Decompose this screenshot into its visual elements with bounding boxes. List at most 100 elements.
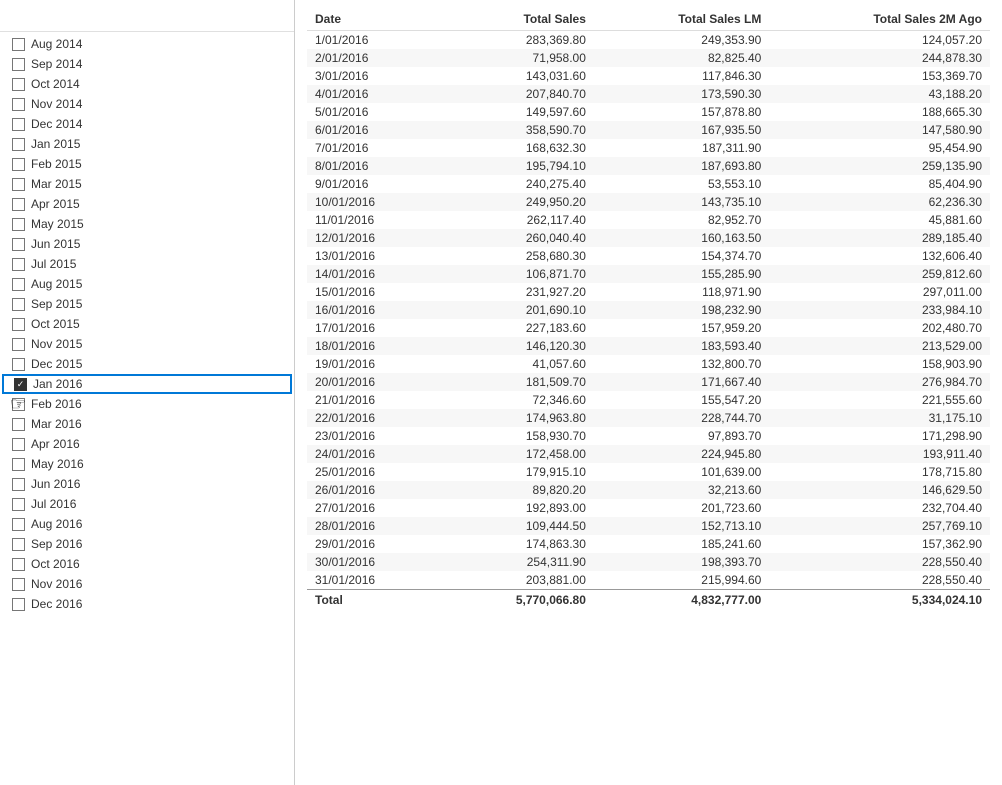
table-row: 1/01/2016283,369.80249,353.90124,057.20	[307, 31, 990, 50]
list-item[interactable]: Nov 2016	[0, 574, 294, 594]
list-item[interactable]: May 2015	[0, 214, 294, 234]
table-cell: 158,903.90	[769, 355, 990, 373]
list-item[interactable]: Dec 2015	[0, 354, 294, 374]
table-cell: 147,580.90	[769, 121, 990, 139]
list-item[interactable]: Feb 2016☞	[0, 394, 294, 414]
list-item[interactable]: Apr 2016	[0, 434, 294, 454]
list-item-label: Dec 2014	[31, 117, 82, 131]
list-item[interactable]: Aug 2014	[0, 34, 294, 54]
table-cell: 158,930.70	[442, 427, 594, 445]
list-item[interactable]: Oct 2016	[0, 554, 294, 574]
list-item[interactable]: Jun 2016	[0, 474, 294, 494]
table-cell: 85,404.90	[769, 175, 990, 193]
data-table: DateTotal SalesTotal Sales LMTotal Sales…	[307, 8, 990, 610]
list-item[interactable]: Oct 2015	[0, 314, 294, 334]
table-row: 10/01/2016249,950.20143,735.1062,236.30	[307, 193, 990, 211]
table-cell: 10/01/2016	[307, 193, 442, 211]
checkbox	[12, 78, 25, 91]
table-cell: 41,057.60	[442, 355, 594, 373]
footer-cell: 5,334,024.10	[769, 590, 990, 611]
table-cell: 19/01/2016	[307, 355, 442, 373]
list-item-label: Dec 2016	[31, 597, 82, 611]
list-item-label: Nov 2016	[31, 577, 82, 591]
footer-row: Total5,770,066.804,832,777.005,334,024.1…	[307, 590, 990, 611]
table-cell: 23/01/2016	[307, 427, 442, 445]
table-cell: 260,040.40	[442, 229, 594, 247]
list-item[interactable]: Nov 2014	[0, 94, 294, 114]
list-item[interactable]: Nov 2015	[0, 334, 294, 354]
list-item-label: Aug 2014	[31, 37, 82, 51]
list-item[interactable]: Jan 2015	[0, 134, 294, 154]
table-row: 26/01/201689,820.2032,213.60146,629.50	[307, 481, 990, 499]
month-list-scroll[interactable]: Aug 2014 Sep 2014Oct 2014 Nov 2014 Dec 2014…	[0, 32, 294, 785]
table-cell: 207,840.70	[442, 85, 594, 103]
list-item-label: Nov 2014	[31, 97, 82, 111]
table-row: 14/01/2016106,871.70155,285.90259,812.60	[307, 265, 990, 283]
list-item[interactable]: Sep 2015	[0, 294, 294, 314]
table-cell: 12/01/2016	[307, 229, 442, 247]
table-cell: 297,011.00	[769, 283, 990, 301]
table-cell: 20/01/2016	[307, 373, 442, 391]
table-cell: 154,374.70	[594, 247, 769, 265]
list-item-label: Feb 2016	[31, 397, 82, 411]
table-row: 5/01/2016149,597.60157,878.80188,665.30	[307, 103, 990, 121]
checkbox	[14, 378, 27, 391]
list-item[interactable]: May 2016	[0, 454, 294, 474]
table-cell: 14/01/2016	[307, 265, 442, 283]
list-item[interactable]: Apr 2015	[0, 194, 294, 214]
checkbox	[12, 518, 25, 531]
list-item[interactable]: Jan 2016	[2, 374, 292, 394]
list-item[interactable]: Jul 2015	[0, 254, 294, 274]
list-item[interactable]: Dec 2016	[0, 594, 294, 614]
table-cell: 232,704.40	[769, 499, 990, 517]
table-row: 30/01/2016254,311.90198,393.70228,550.40	[307, 553, 990, 571]
table-cell: 181,509.70	[442, 373, 594, 391]
table-footer: Total5,770,066.804,832,777.005,334,024.1…	[307, 590, 990, 611]
table-cell: 201,690.10	[442, 301, 594, 319]
list-item[interactable]: Sep 2016	[0, 534, 294, 554]
table-cell: 117,846.30	[594, 67, 769, 85]
table-cell: 16/01/2016	[307, 301, 442, 319]
table-cell: 276,984.70	[769, 373, 990, 391]
table-row: 3/01/2016143,031.60117,846.30153,369.70	[307, 67, 990, 85]
list-item-label: Mar 2015	[31, 177, 82, 191]
list-item[interactable]: Feb 2015	[0, 154, 294, 174]
list-item[interactable]: Mar 2016	[0, 414, 294, 434]
table-cell: 2/01/2016	[307, 49, 442, 67]
checkbox	[12, 558, 25, 571]
list-item[interactable]: Jul 2016	[0, 494, 294, 514]
checkbox	[12, 598, 25, 611]
list-item[interactable]: Aug 2016	[0, 514, 294, 534]
table-cell: 26/01/2016	[307, 481, 442, 499]
checkbox	[12, 178, 25, 191]
table-cell: 82,952.70	[594, 211, 769, 229]
list-item-label: Mar 2016	[31, 417, 82, 431]
table-row: 9/01/2016240,275.4053,553.1085,404.90	[307, 175, 990, 193]
table-cell: 15/01/2016	[307, 283, 442, 301]
list-item[interactable]: Dec 2014	[0, 114, 294, 134]
table-cell: 118,971.90	[594, 283, 769, 301]
footer-cell: Total	[307, 590, 442, 611]
list-item-label: Nov 2015	[31, 337, 82, 351]
list-item[interactable]: Oct 2014	[0, 74, 294, 94]
table-cell: 11/01/2016	[307, 211, 442, 229]
list-item[interactable]: Mar 2015	[0, 174, 294, 194]
table-cell: 202,480.70	[769, 319, 990, 337]
left-panel: Aug 2014 Sep 2014Oct 2014 Nov 2014 Dec 2014…	[0, 0, 295, 785]
checkbox	[12, 318, 25, 331]
table-cell: 29/01/2016	[307, 535, 442, 553]
list-item[interactable]: Aug 2015	[0, 274, 294, 294]
list-item[interactable]: Sep 2014	[0, 54, 294, 74]
table-cell: 258,680.30	[442, 247, 594, 265]
list-item-label: Sep 2015	[31, 297, 82, 311]
table-cell: 192,893.00	[442, 499, 594, 517]
table-cell: 254,311.90	[442, 553, 594, 571]
header-row: DateTotal SalesTotal Sales LMTotal Sales…	[307, 8, 990, 31]
table-cell: 179,915.10	[442, 463, 594, 481]
table-cell: 198,393.70	[594, 553, 769, 571]
table-row: 27/01/2016192,893.00201,723.60232,704.40	[307, 499, 990, 517]
table-cell: 187,693.80	[594, 157, 769, 175]
table-cell: 21/01/2016	[307, 391, 442, 409]
list-item[interactable]: Jun 2015	[0, 234, 294, 254]
checkbox	[12, 498, 25, 511]
